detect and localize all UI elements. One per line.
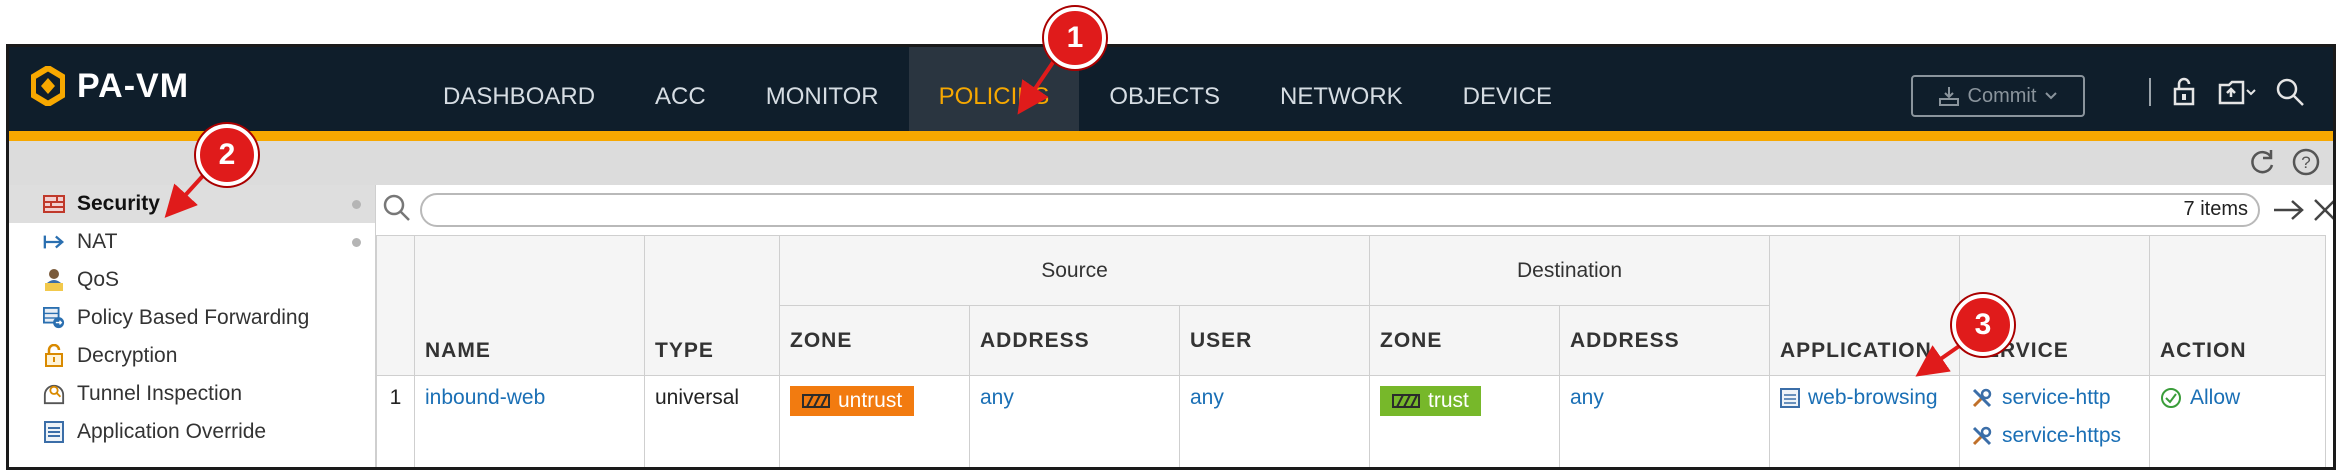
callout-arrow-3 <box>1915 340 1967 377</box>
callout-badge-2: 2 <box>196 124 258 186</box>
callout-arrows <box>164 50 1967 377</box>
callout-badge-1: 1 <box>1044 7 1106 69</box>
callout-badge-3: 3 <box>1952 294 2014 356</box>
